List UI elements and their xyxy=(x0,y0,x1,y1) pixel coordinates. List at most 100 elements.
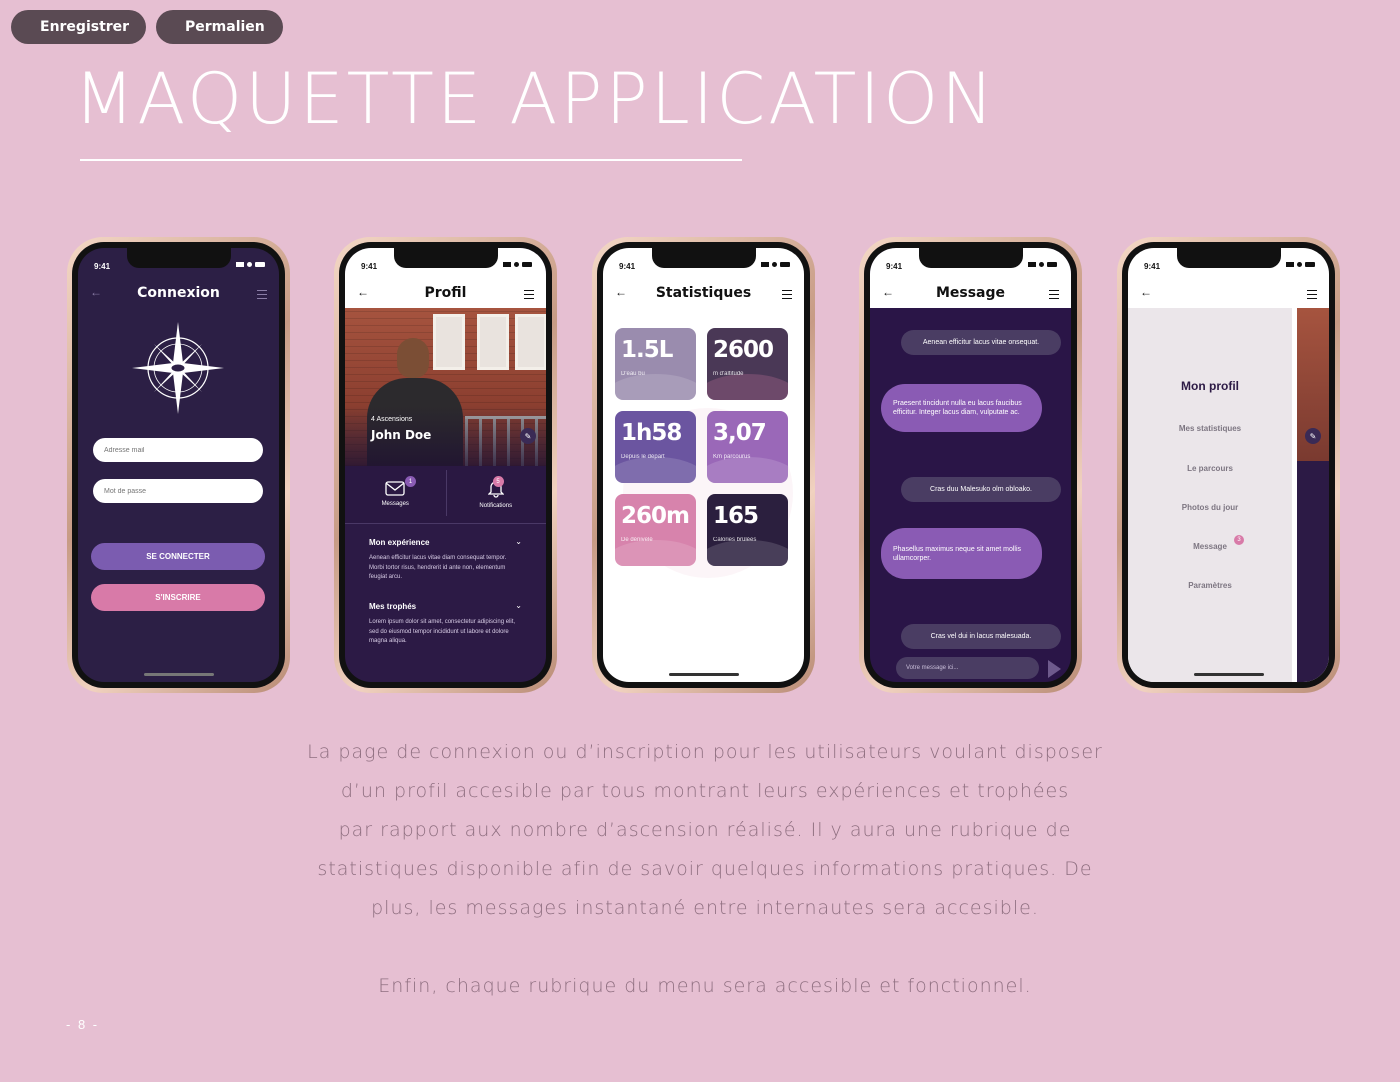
stat-label: Calories brûlées xyxy=(713,537,757,543)
status-time: 9:41 xyxy=(1144,262,1161,271)
tab-notifications[interactable]: Notifications 5 xyxy=(446,466,547,522)
message-bubble-sent: Phasellus maximus neque sit amet mollis … xyxy=(881,528,1042,579)
stat-tile[interactable]: 1h58 Depuis le départ xyxy=(615,411,696,483)
permalink-button[interactable]: Permalien xyxy=(156,10,283,44)
description-line: plus, les messages instantané entre inte… xyxy=(371,897,1039,919)
status-time: 9:41 xyxy=(886,262,903,271)
status-icons xyxy=(761,262,790,267)
status-time: 9:41 xyxy=(619,262,636,271)
profile-photo xyxy=(345,308,546,466)
description-line: statistiques disponible afin de savoir q… xyxy=(317,858,1093,880)
status-icons xyxy=(1286,262,1315,267)
page-number: - 8 - xyxy=(66,1017,100,1032)
password-field[interactable] xyxy=(93,479,263,503)
phone-login: 9:41 ← Connexion SE CONNECTER S'INSCRIRE xyxy=(67,237,290,693)
stat-label: Km parcourus xyxy=(713,454,751,460)
notifications-label: Notifications xyxy=(479,502,513,509)
envelope-icon xyxy=(385,481,405,496)
status-icons xyxy=(1028,262,1057,267)
messages-badge: 1 xyxy=(405,476,416,487)
stat-value: 1h58 xyxy=(621,420,682,446)
stat-tile[interactable]: 260m De dénivelé xyxy=(615,494,696,566)
back-arrow-icon[interactable]: ← xyxy=(1140,285,1152,299)
hamburger-menu-icon[interactable] xyxy=(1307,290,1317,299)
message-badge: 3 xyxy=(1234,535,1244,545)
screen-title: Message xyxy=(935,285,1006,301)
stat-label: Depuis le départ xyxy=(621,454,665,460)
email-field[interactable] xyxy=(93,438,263,462)
notifications-badge: 5 xyxy=(492,476,504,487)
screen-title: Profil xyxy=(424,285,467,301)
back-arrow-icon[interactable]: ← xyxy=(357,285,369,299)
trophies-text: Lorem ipsum dolor sit amet, consectetur … xyxy=(369,619,516,644)
home-indicator xyxy=(1193,673,1264,676)
edit-pencil-icon[interactable]: ✎ xyxy=(520,428,536,444)
send-icon[interactable] xyxy=(1048,660,1061,678)
menu-item-stats[interactable]: Mes statistiques xyxy=(1128,424,1292,433)
description-line: d’un profil accesible par tous montrant … xyxy=(340,780,1070,802)
description-text: La page de connexion ou d’inscription po… xyxy=(210,733,1200,928)
experience-title[interactable]: Mon expérience xyxy=(369,538,429,547)
ascension-count: 4 Ascensions xyxy=(371,416,413,423)
stat-tile[interactable]: 1.5L D'eau bu xyxy=(615,328,696,400)
side-menu xyxy=(1128,308,1292,682)
message-bubble-received: Cras duu Malesuko olm obloako. xyxy=(901,477,1061,502)
phone-profile: 9:41 ← Profil 4 Ascensions John Doe ✎ Me… xyxy=(334,237,557,693)
phone-messages: 9:41 ← Message Aenean efficitur lacus vi… xyxy=(859,237,1082,693)
permalink-label: Permalien xyxy=(185,19,265,35)
edit-pencil-icon[interactable]: ✎ xyxy=(1305,428,1321,444)
menu-title[interactable]: Mon profil xyxy=(1128,379,1292,393)
stat-tile[interactable]: 2600 m d'altitude xyxy=(707,328,788,400)
stat-label: De dénivelé xyxy=(621,537,653,543)
menu-item-settings[interactable]: Paramètres xyxy=(1128,581,1292,590)
home-indicator xyxy=(668,673,739,676)
hamburger-menu-icon[interactable] xyxy=(524,290,534,299)
message-bubble-received: Aenean efficitur lacus vitae onsequat. xyxy=(901,330,1061,355)
phone-menu: 9:41 ← ✎ Mon profil Mes statistiques Le … xyxy=(1117,237,1340,693)
menu-item-message[interactable]: Message xyxy=(1128,542,1292,551)
messages-label: Messages xyxy=(381,501,409,507)
message-input[interactable]: Votre message ici... xyxy=(896,657,1039,679)
stat-value: 260m xyxy=(621,503,690,529)
closing-text: Enfin, chaque rubrique du menu sera acce… xyxy=(378,975,1032,997)
status-time: 9:41 xyxy=(94,262,111,271)
save-label: Enregistrer xyxy=(40,19,130,35)
back-arrow-icon[interactable]: ← xyxy=(882,285,894,299)
page-title: MAQUETTE APPLICATION xyxy=(74,58,997,140)
status-icons xyxy=(503,262,532,267)
experience-text: Aenean efficitur lacus vitae diam conseq… xyxy=(369,555,507,580)
stat-tile[interactable]: 3,07 Km parcourus xyxy=(707,411,788,483)
back-arrow-icon[interactable]: ← xyxy=(615,285,627,299)
stat-label: m d'altitude xyxy=(713,371,744,377)
chevron-down-icon[interactable]: ⌄ xyxy=(515,601,522,610)
status-icons xyxy=(236,262,265,267)
message-bubble-sent: Praesent tincidunt nulla eu lacus faucib… xyxy=(881,384,1042,432)
description-line: La page de connexion ou d’inscription po… xyxy=(307,741,1103,763)
trophies-title[interactable]: Mes trophés xyxy=(369,602,416,611)
screen-title: Statistiques xyxy=(655,285,752,301)
status-time: 9:41 xyxy=(361,262,378,271)
save-button[interactable]: Enregistrer xyxy=(11,10,146,44)
description-line: par rapport aux nombre d’ascension réali… xyxy=(338,819,1072,841)
menu-item-photos[interactable]: Photos du jour xyxy=(1128,503,1292,512)
back-arrow-icon[interactable]: ← xyxy=(90,285,102,299)
tab-messages[interactable]: Messages 1 xyxy=(345,466,446,522)
message-bubble-received: Cras vel dui in lacus malesuada. xyxy=(901,624,1061,649)
phone-stats: 9:41 ← Statistiques 1.5L D'eau bu 2600 m d… xyxy=(592,237,815,693)
compass-logo-icon xyxy=(132,322,224,414)
register-button[interactable]: S'INSCRIRE xyxy=(91,584,265,611)
menu-item-route[interactable]: Le parcours xyxy=(1128,464,1292,473)
home-indicator xyxy=(143,673,214,676)
stat-value: 1.5L xyxy=(621,337,673,363)
stat-tile[interactable]: 165 Calories brûlées xyxy=(707,494,788,566)
hamburger-menu-icon[interactable] xyxy=(782,290,792,299)
hamburger-menu-icon[interactable] xyxy=(257,290,267,299)
stat-value: 165 xyxy=(713,503,759,529)
hamburger-menu-icon[interactable] xyxy=(1049,290,1059,299)
chevron-down-icon[interactable]: ⌄ xyxy=(515,537,522,546)
stat-label: D'eau bu xyxy=(621,371,645,377)
screen-title: Connexion xyxy=(137,285,220,301)
connect-button[interactable]: SE CONNECTER xyxy=(91,543,265,570)
stat-value: 3,07 xyxy=(713,420,767,446)
title-divider xyxy=(80,159,742,161)
